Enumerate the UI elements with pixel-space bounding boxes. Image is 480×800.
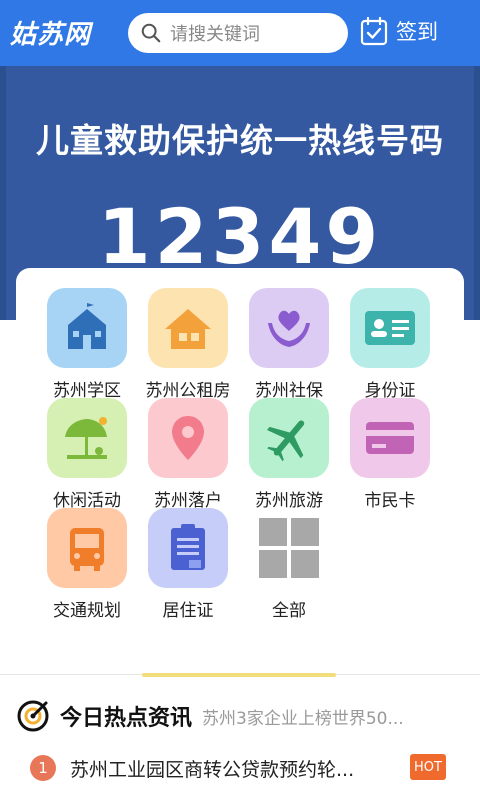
services-card: 苏州学区 苏州公租房 苏州社保 身份证 休闲活动 苏州落户 苏州旅游 市民卡 交…	[16, 268, 464, 628]
service-transport-planning[interactable]: 交通规划	[37, 508, 137, 621]
news-rank-badge: 1	[30, 755, 56, 781]
airplane-icon	[267, 420, 305, 462]
service-id-card[interactable]: 身份证	[340, 288, 440, 401]
service-all[interactable]: 全部	[239, 508, 339, 621]
heart-hands-icon	[268, 310, 310, 347]
service-tile	[148, 508, 228, 588]
service-label: 市民卡	[364, 491, 416, 511]
service-tile	[47, 398, 127, 478]
service-tile	[350, 398, 430, 478]
service-tile	[249, 508, 329, 588]
service-school-district[interactable]: 苏州学区	[37, 288, 137, 401]
umbrella-icon	[65, 417, 107, 459]
service-tile	[148, 398, 228, 478]
news-section-title: 今日热点资讯	[60, 706, 193, 731]
site-logo[interactable]: 姑苏网	[10, 14, 91, 51]
banner-title: 儿童救助保护统一热线号码	[36, 121, 444, 160]
service-residence-permit[interactable]: 居住证	[138, 508, 238, 621]
checkin-button[interactable]: 签到	[360, 16, 438, 46]
document-icon	[171, 524, 205, 570]
school-icon	[68, 303, 106, 349]
grid-icon	[259, 518, 319, 578]
service-tile	[47, 288, 127, 368]
service-household-registration[interactable]: 苏州落户	[138, 398, 238, 511]
search-icon	[141, 23, 161, 43]
id-card-icon	[365, 311, 415, 345]
bus-icon	[70, 528, 104, 571]
news-header: 今日热点资讯 苏州3家企业上榜世界50...	[16, 696, 466, 736]
app-header: 姑苏网 请搜关键词 签到	[0, 0, 480, 66]
service-citizen-card[interactable]: 市民卡	[340, 398, 440, 511]
service-public-rental-housing[interactable]: 苏州公租房	[138, 288, 238, 401]
target-icon	[17, 700, 49, 732]
service-tile	[249, 288, 329, 368]
house-icon	[165, 309, 211, 349]
page-indicator	[142, 673, 336, 677]
service-tile	[350, 288, 430, 368]
news-ticker[interactable]: 苏州3家企业上榜世界50...	[202, 704, 430, 729]
news-item[interactable]: 1 苏州工业园区商转公贷款预约轮... HOT	[30, 752, 450, 784]
search-bar[interactable]: 请搜关键词	[128, 13, 348, 53]
service-tile	[148, 288, 228, 368]
service-social-security[interactable]: 苏州社保	[239, 288, 339, 401]
checkin-label: 签到	[396, 20, 438, 44]
service-label: 全部	[272, 601, 306, 621]
hot-badge: HOT	[410, 754, 446, 780]
service-leisure-activities[interactable]: 休闲活动	[37, 398, 137, 511]
service-tile	[47, 508, 127, 588]
service-tile	[249, 398, 329, 478]
search-placeholder[interactable]: 请搜关键词	[170, 20, 260, 46]
service-label: 交通规划	[53, 601, 121, 621]
card-icon	[366, 422, 414, 454]
news-title[interactable]: 苏州工业园区商转公贷款预约轮...	[70, 755, 390, 782]
location-pin-icon	[172, 416, 204, 460]
service-label: 居住证	[162, 601, 214, 621]
calendar-check-icon	[360, 16, 388, 46]
service-tourism[interactable]: 苏州旅游	[239, 398, 339, 511]
